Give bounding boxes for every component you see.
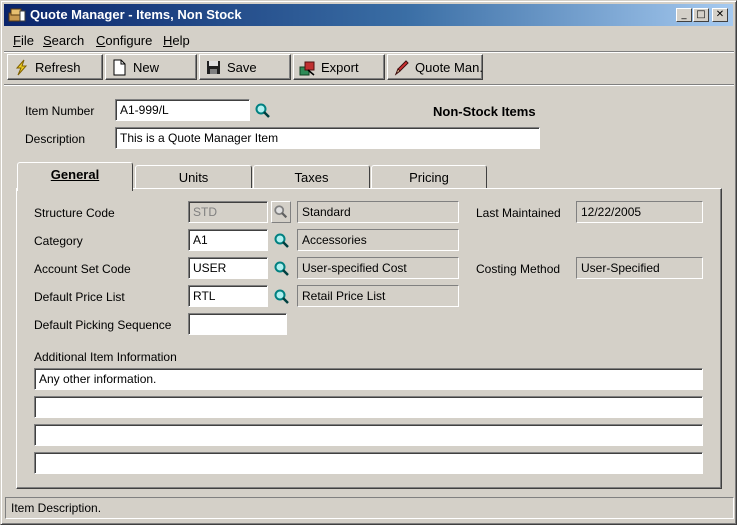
quote-man-label: Quote Man.	[415, 60, 483, 75]
new-document-icon	[113, 59, 126, 76]
costing-method-value: User-Specified	[576, 257, 703, 279]
tab-pricing[interactable]: Pricing	[371, 165, 487, 189]
price-list-description: Retail Price List	[297, 285, 459, 307]
save-label: Save	[227, 60, 257, 75]
title-bar[interactable]: Quote Manager - Items, Non Stock _ □ ✕	[4, 4, 733, 26]
tab-taxes[interactable]: Taxes	[253, 165, 370, 189]
export-label: Export	[321, 60, 359, 75]
last-maintained-value: 12/22/2005	[576, 201, 703, 223]
search-icon	[274, 205, 288, 219]
floppy-disk-icon	[207, 61, 220, 74]
lightning-icon	[15, 59, 28, 76]
additional-info-line-3[interactable]	[34, 424, 703, 446]
default-picking-sequence-label: Default Picking Sequence	[34, 318, 172, 332]
app-icon	[8, 8, 26, 22]
new-label: New	[133, 60, 160, 75]
item-number-label: Item Number	[25, 104, 95, 118]
menu-file[interactable]: File	[13, 33, 34, 48]
search-icon[interactable]	[273, 288, 291, 306]
refresh-button[interactable]: Refresh	[7, 54, 103, 80]
toolbar: Refresh New Save Export Quote Man.	[5, 54, 733, 82]
menu-help[interactable]: Help	[163, 33, 190, 48]
additional-info-line-1[interactable]: Any other information.	[34, 368, 703, 390]
item-number-field[interactable]: A1-999/L	[115, 99, 250, 121]
minimize-button[interactable]: _	[676, 8, 692, 22]
description-label: Description	[25, 132, 86, 146]
pen-icon	[394, 60, 409, 76]
menu-separator	[4, 51, 734, 53]
structure-code-field: STD	[188, 201, 268, 223]
default-picking-sequence-field[interactable]	[188, 313, 287, 335]
additional-info-line-2[interactable]	[34, 396, 703, 418]
quote-manager-button[interactable]: Quote Man.	[387, 54, 483, 80]
category-field[interactable]: A1	[188, 229, 268, 251]
additional-info-line-4[interactable]	[34, 452, 703, 474]
structure-code-label: Structure Code	[34, 206, 115, 220]
search-icon[interactable]	[273, 232, 291, 250]
tab-taxes-label: Taxes	[294, 170, 329, 185]
refresh-label: Refresh	[35, 60, 81, 75]
main-window: Quote Manager - Items, Non Stock _ □ ✕ F…	[0, 0, 737, 525]
new-button[interactable]: New	[105, 54, 197, 80]
default-price-list-field[interactable]: RTL	[188, 285, 268, 307]
window-title: Quote Manager - Items, Non Stock	[30, 7, 242, 22]
tab-general[interactable]: General	[17, 162, 133, 191]
description-field[interactable]: This is a Quote Manager Item	[115, 127, 540, 149]
account-set-description: User-specified Cost	[297, 257, 459, 279]
structure-code-description: Standard	[297, 201, 459, 223]
tab-general-label: General	[50, 167, 100, 182]
save-button[interactable]: Save	[199, 54, 291, 80]
category-label: Category	[34, 234, 83, 248]
tab-pricing-label: Pricing	[409, 170, 449, 185]
toolbar-separator	[4, 84, 734, 86]
tab-units[interactable]: Units	[135, 165, 252, 189]
additional-item-information-label: Additional Item Information	[34, 350, 177, 364]
structure-code-search-button	[271, 201, 291, 223]
export-button[interactable]: Export	[293, 54, 385, 80]
search-icon[interactable]	[254, 102, 272, 120]
last-maintained-label: Last Maintained	[476, 206, 561, 220]
costing-method-label: Costing Method	[476, 262, 561, 276]
default-price-list-label: Default Price List	[34, 290, 125, 304]
status-bar: Item Description.	[5, 497, 734, 519]
export-icon	[299, 61, 315, 76]
status-text: Item Description.	[11, 501, 102, 515]
account-set-code-label: Account Set Code	[34, 262, 131, 276]
menu-search[interactable]: Search	[43, 33, 84, 48]
section-title: Non-Stock Items	[433, 104, 536, 119]
account-set-code-field[interactable]: USER	[188, 257, 268, 279]
tab-units-label: Units	[178, 170, 209, 185]
menu-configure[interactable]: Configure	[96, 33, 152, 48]
maximize-button[interactable]: □	[693, 8, 709, 22]
search-icon[interactable]	[273, 260, 291, 278]
category-description: Accessories	[297, 229, 459, 251]
close-button[interactable]: ✕	[712, 8, 728, 22]
